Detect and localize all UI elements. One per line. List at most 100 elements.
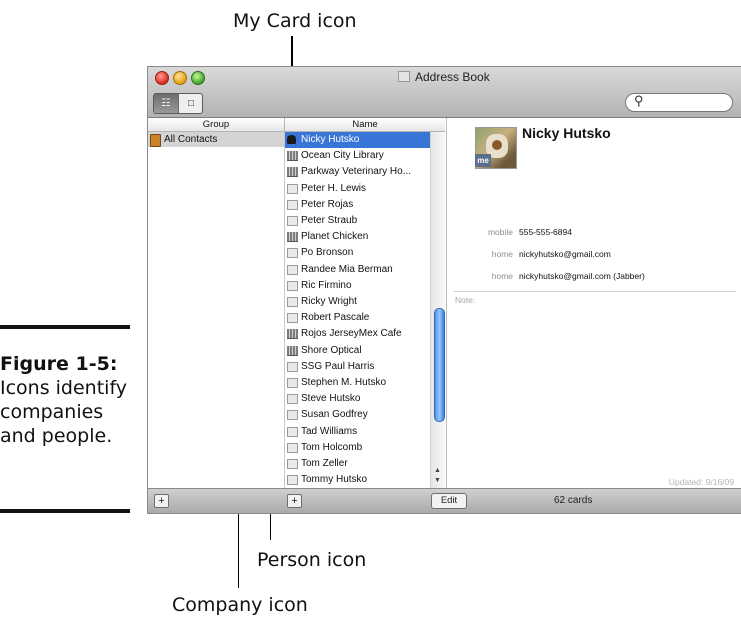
add-group-button[interactable]: + (154, 494, 169, 508)
contact-name-label: Po Bronson (301, 247, 354, 259)
contact-name: Nicky Hutsko (522, 125, 611, 141)
contact-list-item[interactable]: Rojos JerseyMex Cafe (285, 326, 430, 342)
name-column-header[interactable]: Name (285, 118, 445, 131)
card-count: 62 cards (554, 495, 593, 506)
person-icon (287, 297, 298, 307)
contact-list-item[interactable]: Ric Firmino (285, 278, 430, 294)
person-callout: Person icon (257, 549, 367, 571)
company-icon (287, 232, 298, 243)
group-list: All Contacts (148, 132, 285, 488)
scrollbar-thumb[interactable] (434, 308, 445, 422)
contact-list-item[interactable]: Shore Optical (285, 343, 430, 359)
field-label: home (491, 271, 513, 281)
person-icon (287, 426, 298, 437)
contact-name-label: Randee Mia Berman (301, 263, 393, 275)
contact-name-label: Peter Rojas (301, 198, 354, 210)
field-value[interactable]: nickyhutsko@gmail.com (519, 249, 611, 259)
close-window-button[interactable] (155, 71, 169, 85)
search-field[interactable]: ⚲ (625, 93, 733, 112)
field-label: mobile (487, 227, 513, 237)
zoom-window-button[interactable] (191, 71, 205, 85)
search-icon: ⚲ (634, 93, 644, 108)
window-title: Address Book (398, 70, 490, 84)
scroll-down-arrow-icon[interactable]: ▼ (434, 477, 441, 484)
contact-list-item[interactable]: Tad Williams (285, 424, 430, 440)
field-label: home (491, 249, 513, 259)
contact-list-item[interactable]: Ocean City Library (285, 148, 430, 164)
person-icon (287, 459, 298, 469)
contact-name-label: Tom Zeller (301, 458, 348, 469)
person-icon (287, 313, 298, 324)
contact-name-label: Tad Williams (301, 425, 358, 437)
title-bar[interactable]: Address Book ☷ □ ⚲ (148, 67, 741, 118)
contact-list-item[interactable]: Peter Rojas (285, 197, 430, 213)
person-icon (287, 280, 298, 291)
company-icon (287, 167, 298, 178)
contact-list-item[interactable]: Susan Godfrey (285, 407, 430, 423)
contact-list-item[interactable]: Nicky Hutsko (285, 132, 430, 148)
contact-list-scrollbar[interactable]: ▲ ▼ (430, 132, 446, 488)
contact-list-item[interactable]: Peter Straub (285, 213, 430, 229)
contact-list-item[interactable]: Stephen M. Hutsko (285, 375, 430, 391)
person-icon (287, 248, 298, 259)
bottom-toolbar: + + Edit 62 cards (148, 488, 741, 513)
contact-list-item[interactable]: Tommy Hutsko (285, 472, 430, 488)
contact-list-item[interactable]: SSG Paul Harris (285, 359, 430, 375)
note-label[interactable]: Note: (455, 295, 475, 305)
contact-name-label: Planet Chicken (301, 231, 369, 243)
add-contact-button[interactable]: + (287, 494, 302, 508)
contact-list-item[interactable]: Peter H. Lewis (285, 181, 430, 197)
field-value[interactable]: 555-555-6894 (519, 227, 572, 237)
edit-button[interactable]: Edit (431, 493, 467, 509)
person-icon (287, 216, 298, 226)
group-card-icon (150, 134, 161, 147)
contact-name-label: Parkway Veterinary Ho... (301, 166, 412, 178)
updated-timestamp: Updated: 9/16/09 (668, 477, 734, 487)
contact-name-label: Ric Firmino (301, 279, 352, 291)
my-card-icon (287, 135, 296, 144)
column-headers: Group Name (148, 118, 445, 132)
person-icon (287, 183, 298, 194)
contact-name-label: Peter H. Lewis (301, 182, 367, 194)
list-and-card-view-button[interactable]: ☷ (154, 94, 178, 113)
company-icon (287, 151, 298, 162)
group-column-header[interactable]: Group (148, 118, 285, 131)
figure-top-rule (0, 325, 130, 329)
contact-list-item[interactable]: Parkway Veterinary Ho... (285, 164, 430, 180)
person-icon (287, 410, 298, 421)
company-callout: Company icon (172, 594, 308, 616)
minimize-window-button[interactable] (173, 71, 187, 85)
contact-card: me Nicky Hutsko mobile 555-555-6894 home… (446, 118, 741, 488)
address-book-window: Address Book ☷ □ ⚲ Group Name All Contac… (147, 66, 741, 514)
company-icon (287, 329, 298, 340)
figure-bottom-rule (0, 509, 130, 513)
contact-list-item[interactable]: Ricky Wright (285, 294, 430, 310)
contact-list-item[interactable]: Po Bronson (285, 245, 430, 261)
contact-list-item[interactable]: Tom Zeller (285, 456, 430, 472)
contact-name-label: SSG Paul Harris (301, 360, 375, 372)
contact-list-item[interactable]: Steve Hutsko (285, 391, 430, 407)
contact-name-label: Ricky Wright (301, 296, 357, 307)
contact-name-label: Robert Pascale (301, 312, 370, 324)
contact-name-label: Peter Straub (301, 215, 358, 226)
person-icon (287, 394, 298, 405)
contact-name-label: Tommy Hutsko (301, 474, 368, 486)
view-toggle: ☷ □ (153, 93, 203, 114)
person-icon (287, 361, 298, 372)
contact-name-label: Stephen M. Hutsko (301, 377, 387, 388)
contact-list-item[interactable]: Robert Pascale (285, 310, 430, 326)
group-item-all-contacts[interactable]: All Contacts (148, 132, 284, 147)
my-card-callout: My Card icon (233, 10, 357, 32)
contact-list-item[interactable]: Tom Holcomb (285, 440, 430, 456)
scroll-up-arrow-icon[interactable]: ▲ (434, 467, 441, 474)
window-title-text: Address Book (415, 70, 490, 84)
address-book-icon (398, 71, 410, 82)
contact-name-label: Shore Optical (301, 344, 362, 356)
contact-list-item[interactable]: Planet Chicken (285, 229, 430, 245)
contact-list-item[interactable]: Randee Mia Berman (285, 262, 430, 278)
person-icon (287, 475, 298, 486)
card-only-view-button[interactable]: □ (178, 94, 202, 113)
note-divider (454, 291, 736, 292)
field-value[interactable]: nickyhutsko@gmail.com (Jabber) (519, 271, 645, 281)
group-item-label: All Contacts (164, 134, 218, 145)
